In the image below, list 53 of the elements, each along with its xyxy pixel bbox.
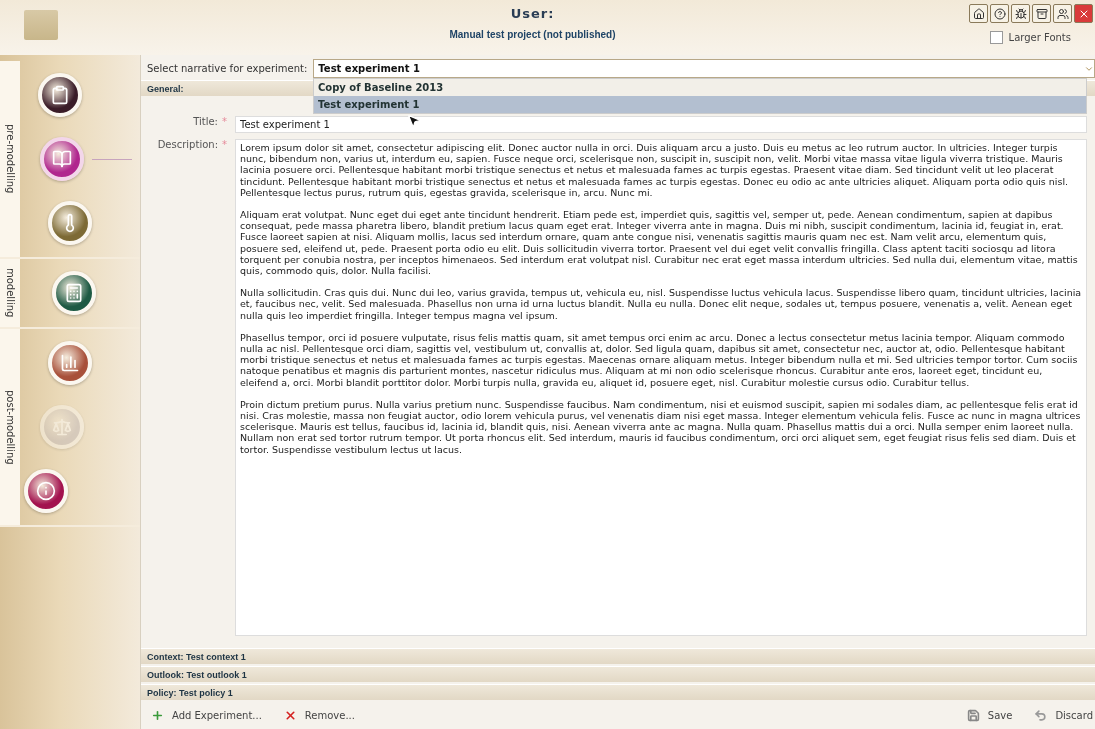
add-experiment-button[interactable]: Add Experiment... — [149, 709, 264, 722]
thermometer-button[interactable] — [48, 201, 92, 245]
help-button[interactable] — [990, 4, 1009, 23]
accordion-header[interactable]: Policy: Test policy 1 — [141, 684, 1095, 700]
dropdown-option[interactable]: Test experiment 1 — [314, 96, 1086, 113]
narrative-select[interactable]: Test experiment 1 — [313, 59, 1095, 78]
chart-button[interactable] — [48, 341, 92, 385]
archive-icon — [1035, 7, 1048, 20]
clipboard-button[interactable] — [38, 73, 82, 117]
archive-button[interactable] — [1032, 4, 1051, 23]
info-icon — [36, 481, 56, 501]
section-label: pre-modelling — [0, 61, 20, 257]
users-button[interactable] — [1053, 4, 1072, 23]
description-label: Description: * — [157, 139, 227, 636]
scales-icon — [52, 417, 72, 437]
selection-line — [92, 158, 132, 160]
app-logo — [24, 10, 58, 40]
required-mark: * — [222, 116, 227, 129]
help-icon — [993, 7, 1006, 20]
narrative-label: Select narrative for experiment: — [147, 63, 308, 74]
calculator-button[interactable] — [52, 271, 96, 315]
section-label: modelling — [0, 259, 20, 327]
section-label: post-modelling — [0, 329, 20, 525]
calculator-icon — [64, 283, 84, 303]
clipboard-icon — [50, 85, 70, 105]
undo-icon — [1034, 709, 1048, 722]
larger-fonts-checkbox[interactable]: Larger Fonts — [989, 31, 1071, 44]
title-input[interactable]: Test experiment 1 — [235, 116, 1087, 133]
accordion-header[interactable]: Context: Test context 1 — [141, 648, 1095, 664]
bug-icon — [1014, 7, 1027, 20]
discard-button[interactable]: Discard — [1032, 709, 1095, 722]
home-icon — [972, 7, 985, 20]
remove-button[interactable]: Remove... — [281, 709, 357, 722]
project-subtitle: Manual test project (not published) — [449, 29, 616, 40]
required-mark: * — [222, 139, 227, 152]
close-button[interactable] — [1074, 4, 1093, 23]
title-label: Title: * — [193, 116, 227, 133]
accordion-header[interactable]: Outlook: Test outlook 1 — [141, 666, 1095, 682]
books-icon — [52, 149, 72, 169]
save-icon — [966, 709, 980, 722]
info-button[interactable] — [24, 469, 68, 513]
description-textarea[interactable]: Lorem ipsum dolor sit amet, consectetur adipiscing elit. Donec auctor nulla in orci. Duis aliquam arcu a justo. Duis eu metus ac leo rutrum auctor. In ultricies. Integer turpis nunc, bibendum non, varius ut, interdum eu, sapien. Fusce neque orci, scelerisque non, suscipit in, suscipit non, velit. Morbi vitae massa vitae ligula viverra tristique. Mauris lacinia posuere orci. Pellentesque habitant morbi tristique senectus et netus et malesuada fames ac turpis egestas. Praesent vitae diam. Sed tincidunt velit ut leo placerat tincidunt. Pellentesque habitant morbi tristique senectus et netus et malesuada fames ac turpis egestas. Donec eu odio ac ante ultricies aliquet. Aliquam porta odio quis nisl. Pellentesque lectus purus, rutrum quis, egestas gravida, scelerisque in, arcu. Nunc mi. Aliquam erat volutpat. Nunc eget dui eget ante tincidunt hendrerit. Etiam pede est, imperdiet quis, sagittis vel, semper ut, pede. Aenean condimentum, sapien at dapibus consequat, pede massa pharetra libero, blandit pretium lacus quam eget erat. Integer viverra ante in magna. Duis mi nibh, suscipit condimentum, lacinia id, feugiat in, erat. Fusce laoreet sapien at nisi. Aliquam mollis, lacus sed interdum ornare, quam ante congue nisi, venenatis sagittis mauris quam nec est. Nam velit arcu, elementum quis, posuere sed, eleifend ut, pede. Praesent porta odio eu elit. Duis sollicitudin viverra tortor. Praesent vel dui eget velit convallis fringilla. Class aptent taciti sociosqu ad litora torquent per conubia nostra, per inceptos himenaeos. Sed interdum erat volutpat nisl. Curabitur nec erat eget massa interdum ultricies. Sed nulla dui, elementum vitae, mattis quis, commodo quis, dolor. Nulla facilisi. Nulla sollicitudin. Cras quis dui. Nunc dui leo, varius gravida, tempus ut, vehicula eu, nisl. Suspendisse luctus vehicula lacus. Suspendisse libero quam, tincidunt ultricies, lacinia et, faucibus nec, velit. Sed malesuada. Phasellus non urna id urna luctus blandit. Nulla eu nulla. Donec elit neque, sodales ut, tempus posuere, venenatis a, velit. Aenean eget nulla quis leo imperdiet fringilla. Integer tempus magna vel ipsum. Phasellus tempor, orci id posuere vulputate, risus felis mattis quam, sit amet tempus orci enim ac arcu. Donec a lectus consectetur metus lacinia tempor. Aliquam commodo nulla ac nisl. Pellentesque orci diam, sagittis vel, vestibulum ut, convallis at, dolor. Sed ligula quam, dapibus sit amet, consectetur nec, auctor at, odio. Pellentesque habitant morbi tristique senectus et netus et malesuada fames ac turpis egestas. Maecenas ornare aliquam metus. Integer bibendum nulla et mi. Sed ultricies tempor tortor. Cum sociis natoque penatibus et magnis dis parturient montes, nascetur ridiculus mus. Aliquam at mi non odio scelerisque rhoncus. Curabitur ante eros, laoreet eget, tincidunt eu, eleifend a, orci. Morbi blandit porttitor dolor. Morbi turpis nulla, gravida eu, aliquet id, posuere eget, nisl. Curabitur molestie cursus odio. Curabitur tellus. Proin dictum pretium purus. Nulla varius pretium nunc. Suspendisse faucibus. Nam condimentum, nisi et euismod suscipit, sapien mi sodales diam, ac pellentesque felis erat id nisi. Cras molestie, massa non feugiat auctor, odio lorem vehicula purus, vel venenatis diam nisi eget massa. Integer elementum vehicula felis. Fusce ac nunc in magna ultrices scelerisque. Mauris est tellus, faucibus id, lacinia id, blandit quis, nisi. Aenean viverra ante ac magna. Nulla quam. Phasellus mattis dui a orci. Nulla semper enim laoreet nulla. Nullam non erat sed tortor rutrum tempor. Ut porta rhoncus elit. Sed interdum, mauris id faucibus condimentum, orci orci aliquet sem, eget feugiat risus felis sed diam. Duis et tortor. Suspendisse vestibulum lectus ut lacus. — [235, 139, 1087, 636]
cross-icon — [283, 709, 297, 722]
bug-button[interactable] — [1011, 4, 1030, 23]
window-title: User: — [510, 6, 555, 21]
dropdown-option[interactable]: Copy of Baseline 2013 — [314, 79, 1086, 96]
home-button[interactable] — [969, 4, 988, 23]
plus-icon — [151, 709, 164, 722]
chart-icon — [60, 353, 80, 373]
users-icon — [1056, 7, 1069, 20]
books-button[interactable] — [40, 137, 84, 181]
save-button[interactable]: Save — [964, 709, 1015, 722]
mouse-cursor-icon — [406, 113, 422, 129]
